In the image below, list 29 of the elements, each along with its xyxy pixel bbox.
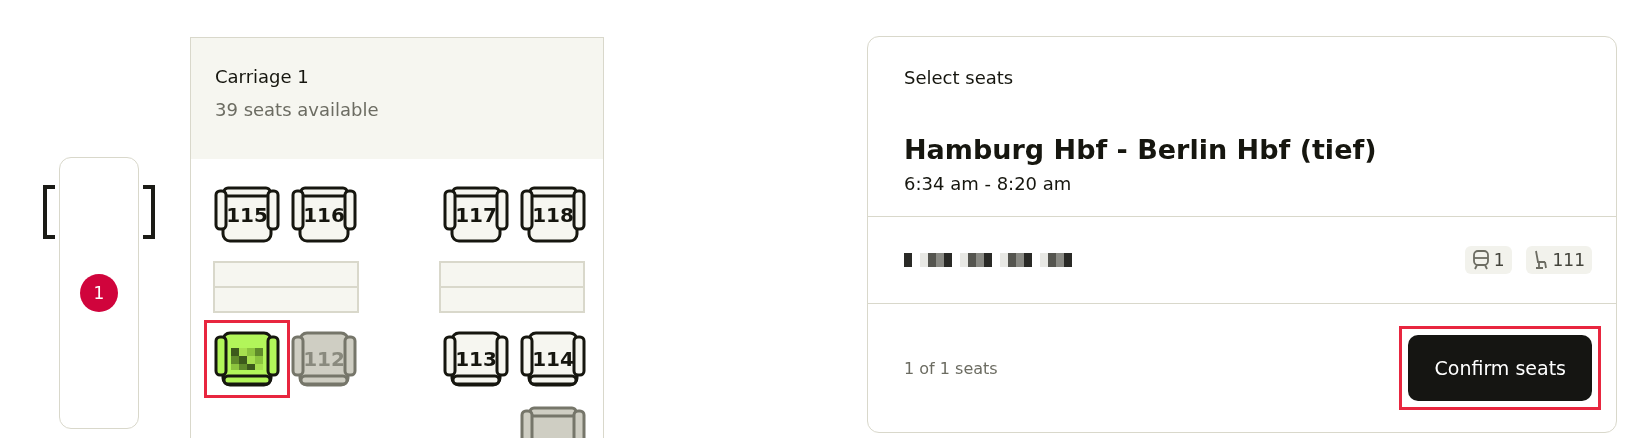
seat-icon [519, 329, 587, 389]
seat[interactable]: 114 [519, 329, 587, 389]
seat-icon [213, 185, 281, 245]
bracket-icon [143, 185, 155, 239]
seat[interactable]: 116 [290, 185, 358, 245]
train-icon [1471, 250, 1490, 270]
seat-number: 111 [1552, 250, 1585, 270]
journey-times: 6:34 am - 8:20 am [904, 173, 1073, 194]
carriage-number: 1 [1493, 250, 1505, 270]
seat-icon [442, 185, 510, 245]
confirm-button[interactable]: Confirm seats [1408, 335, 1592, 401]
seat-count: 1 of 1 seats [904, 358, 998, 378]
seat[interactable]: 113 [442, 329, 510, 389]
carriage-thumbnail[interactable]: 1 [59, 157, 139, 429]
seat[interactable]: 118 [519, 185, 587, 245]
seat[interactable]: 117 [442, 185, 510, 245]
seat[interactable]: 115 [213, 185, 281, 245]
redacted-text [231, 348, 263, 370]
route-title: Hamburg Hbf - Berlin Hbf (tief) [904, 134, 1378, 165]
carriage-title: Carriage 1 [215, 66, 310, 87]
seat[interactable] [213, 329, 281, 389]
seat-icon [290, 329, 358, 389]
seat-icon [1532, 250, 1549, 270]
availability-text: 39 seats available [215, 99, 380, 120]
seat-icon [290, 185, 358, 245]
card-heading: Select seats [904, 67, 1015, 88]
count-badge: 1 [80, 274, 118, 312]
seat-icon [442, 329, 510, 389]
seat-icon [519, 185, 587, 245]
